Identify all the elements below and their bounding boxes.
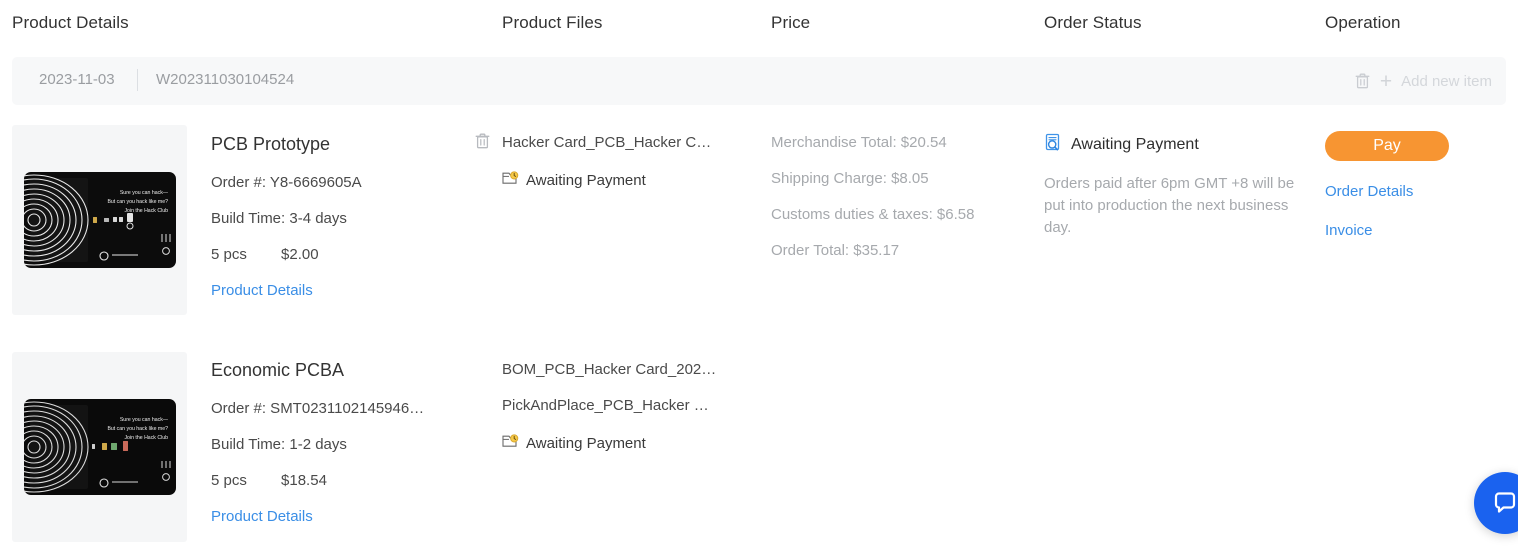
operation-cell: Pay Order Details Invoice bbox=[1325, 125, 1510, 239]
invoice-link[interactable]: Invoice bbox=[1325, 222, 1510, 239]
order-header-divider bbox=[137, 69, 138, 91]
file-status-label: Awaiting Payment bbox=[526, 435, 646, 452]
trash-icon[interactable] bbox=[474, 132, 491, 155]
quantity-price-line: 5 pcs $18.54 bbox=[211, 472, 491, 489]
pcb-card-image: Sure you can hack— But can you hack like… bbox=[23, 399, 176, 495]
product-details-cell: PCB Prototype Order #: Y8-6669605A Build… bbox=[211, 125, 491, 300]
build-time-line: Build Time: 1-2 days bbox=[211, 436, 347, 453]
column-header-price: Price bbox=[771, 13, 811, 32]
order-number: W202311030104524 bbox=[156, 71, 295, 88]
document-search-icon bbox=[1044, 133, 1063, 157]
column-header-product-files: Product Files bbox=[502, 13, 603, 32]
order-date: 2023-11-03 bbox=[39, 71, 115, 88]
svg-text:Sure you can hack—: Sure you can hack— bbox=[119, 417, 168, 423]
order-header-band: 2023-11-03 W202311030104524 + Add new it… bbox=[12, 57, 1506, 105]
order-header-actions: + Add new item bbox=[1354, 57, 1492, 105]
product-files-cell: BOM_PCB_Hacker Card_202… PickAndPlace_PC… bbox=[502, 352, 762, 453]
file-name[interactable]: Hacker Card_PCB_Hacker C… bbox=[502, 125, 752, 151]
shipping-charge: Shipping Charge: $8.05 bbox=[771, 170, 929, 187]
customs-duties-taxes: Customs duties & taxes: $6.58 bbox=[771, 206, 975, 223]
file-name[interactable]: BOM_PCB_Hacker Card_202… bbox=[502, 352, 752, 378]
chat-bubble-icon bbox=[1494, 492, 1516, 513]
pay-button[interactable]: Pay bbox=[1325, 131, 1449, 161]
pending-file-icon bbox=[502, 171, 519, 190]
product-details-cell: Economic PCBA Order #: SMT0231102145946…… bbox=[211, 352, 491, 526]
price-cell: Merchandise Total: $20.54 Shipping Charg… bbox=[771, 125, 1036, 259]
file-status-label: Awaiting Payment bbox=[526, 172, 646, 189]
trash-icon[interactable] bbox=[1354, 72, 1371, 90]
unit-price-value: $2.00 bbox=[281, 246, 319, 263]
product-details-link[interactable]: Product Details bbox=[211, 508, 313, 525]
pending-file-icon bbox=[502, 434, 519, 453]
quantity-value: 5 pcs bbox=[211, 472, 247, 489]
product-title-row: PCB Prototype bbox=[211, 125, 491, 155]
file-status: Awaiting Payment bbox=[502, 434, 762, 453]
product-title-row: Economic PCBA bbox=[211, 352, 491, 381]
column-header-order-status: Order Status bbox=[1044, 13, 1142, 32]
svg-text:Sure you can hack—: Sure you can hack— bbox=[119, 190, 168, 196]
order-number-line: Order #: Y8-6669605A bbox=[211, 174, 362, 191]
column-header-product-details: Product Details bbox=[12, 13, 129, 32]
build-time-line: Build Time: 3-4 days bbox=[211, 210, 347, 227]
add-new-item-button[interactable]: Add new item bbox=[1401, 73, 1492, 90]
pcb-card-image: Sure you can hack— But can you hack like… bbox=[23, 172, 176, 268]
order-details-link[interactable]: Order Details bbox=[1325, 183, 1510, 200]
table-row: Sure you can hack— But can you hack like… bbox=[0, 125, 1518, 325]
quantity-value: 5 pcs bbox=[211, 246, 247, 263]
status-note: Orders paid after 6pm GMT +8 will be put… bbox=[1044, 175, 1295, 236]
order-status-cell: Awaiting Payment Orders paid after 6pm G… bbox=[1044, 125, 1316, 239]
quantity-price-line: 5 pcs $2.00 bbox=[211, 246, 491, 263]
order-total: Order Total: $35.17 bbox=[771, 242, 900, 259]
merchandise-total: Merchandise Total: $20.54 bbox=[771, 134, 947, 151]
product-details-link[interactable]: Product Details bbox=[211, 282, 313, 299]
product-title: Economic PCBA bbox=[211, 360, 345, 380]
status-label: Awaiting Payment bbox=[1071, 136, 1199, 153]
plus-icon[interactable]: + bbox=[1380, 71, 1392, 92]
order-list-page: Product Details Product Files Price Orde… bbox=[0, 0, 1518, 560]
table-row: Sure you can hack— But can you hack like… bbox=[0, 352, 1518, 552]
svg-text:But can you hack like me?: But can you hack like me? bbox=[107, 199, 168, 205]
svg-text:Join the Hack Club: Join the Hack Club bbox=[124, 435, 168, 441]
file-name[interactable]: PickAndPlace_PCB_Hacker … bbox=[502, 397, 752, 414]
status-badge: Awaiting Payment bbox=[1044, 125, 1316, 157]
unit-price-value: $18.54 bbox=[281, 472, 327, 489]
svg-text:Join the Hack Club: Join the Hack Club bbox=[124, 208, 168, 214]
file-status: Awaiting Payment bbox=[502, 171, 762, 190]
product-title: PCB Prototype bbox=[211, 133, 331, 154]
column-header-operation: Operation bbox=[1325, 13, 1401, 32]
table-column-headers: Product Details Product Files Price Orde… bbox=[0, 0, 1518, 52]
product-thumbnail[interactable]: Sure you can hack— But can you hack like… bbox=[12, 352, 187, 542]
product-files-cell: Hacker Card_PCB_Hacker C… Awaiting Payme… bbox=[502, 125, 762, 190]
order-number-line: Order #: SMT0231102145946… bbox=[211, 400, 425, 417]
svg-text:But can you hack like me?: But can you hack like me? bbox=[107, 426, 168, 432]
product-thumbnail[interactable]: Sure you can hack— But can you hack like… bbox=[12, 125, 187, 315]
